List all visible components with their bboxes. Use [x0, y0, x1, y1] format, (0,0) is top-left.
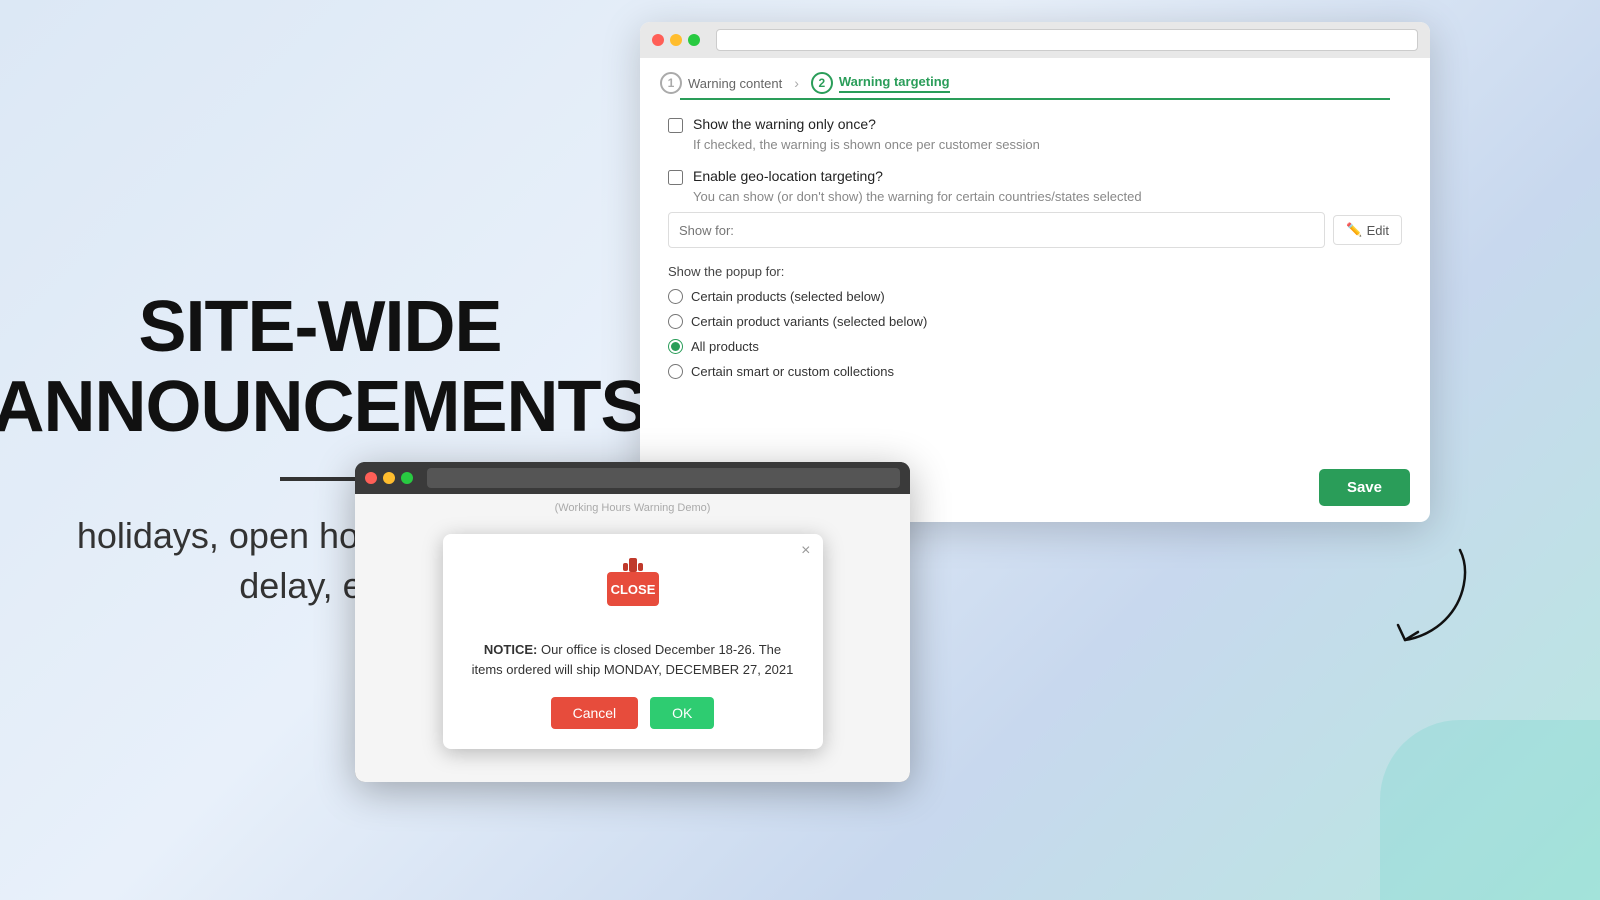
popup-cancel-button[interactable]: Cancel	[551, 697, 639, 729]
title-line2: ANNOUNCEMENTS	[0, 367, 648, 447]
radio-section: Show the popup for: Certain products (se…	[668, 264, 1402, 379]
step-separator: ›	[794, 75, 799, 91]
traffic-light-yellow[interactable]	[670, 34, 682, 46]
radio-label-collections: Certain smart or custom collections	[691, 364, 894, 379]
geo-row: Enable geo-location targeting? You can s…	[668, 168, 1402, 248]
popup-notice-bold: NOTICE:	[484, 642, 537, 657]
traffic-light-red[interactable]	[652, 34, 664, 46]
svg-text:CLOSE: CLOSE	[610, 582, 655, 597]
browser-main: 1 Warning content › 2 Warning targeting …	[640, 22, 1430, 522]
address-bar[interactable]	[716, 29, 1418, 51]
show-once-hint: If checked, the warning is shown once pe…	[693, 137, 1402, 152]
popup-modal: × CLOSE NOTICE: Our office is closed Dec…	[443, 534, 823, 749]
radio-group: Certain products (selected below) Certai…	[668, 289, 1402, 379]
step-1-label: Warning content	[688, 76, 782, 91]
radio-product-variants[interactable]	[668, 314, 683, 329]
close-sign-svg: CLOSE	[603, 558, 663, 623]
step-2[interactable]: 2 Warning targeting	[811, 72, 950, 94]
stepper: 1 Warning content › 2 Warning targeting	[640, 58, 1430, 94]
show-once-label: Show the warning only once?	[693, 116, 876, 132]
show-once-row: Show the warning only once? If checked, …	[668, 116, 1402, 152]
arrow-annotation	[1370, 530, 1500, 660]
edit-button[interactable]: ✏️ Edit	[1333, 215, 1402, 245]
browser-demo-titlebar	[355, 462, 910, 494]
edit-btn-label: Edit	[1367, 223, 1389, 238]
browser-demo: (Working Hours Warning Demo) × CLOSE NOT…	[355, 462, 910, 782]
step-2-label: Warning targeting	[839, 74, 950, 93]
demo-traffic-light-yellow[interactable]	[383, 472, 395, 484]
step-1[interactable]: 1 Warning content	[660, 72, 782, 94]
save-btn-container: Save	[1319, 469, 1410, 506]
demo-traffic-light-red[interactable]	[365, 472, 377, 484]
popup-buttons: Cancel OK	[471, 697, 795, 729]
demo-bg-text: (Working Hours Warning Demo)	[555, 502, 711, 514]
demo-traffic-light-green[interactable]	[401, 472, 413, 484]
geo-hint: You can show (or don't show) the warning…	[693, 189, 1402, 204]
radio-row-3: Certain smart or custom collections	[668, 364, 1402, 379]
radio-row-2: All products	[668, 339, 1402, 354]
form-content: Show the warning only once? If checked, …	[640, 100, 1430, 411]
demo-address-bar[interactable]	[427, 468, 900, 488]
popup-ok-button[interactable]: OK	[650, 697, 714, 729]
traffic-light-green[interactable]	[688, 34, 700, 46]
radio-label-product-variants: Certain product variants (selected below…	[691, 314, 927, 329]
radio-all-products[interactable]	[668, 339, 683, 354]
geo-checkbox[interactable]	[668, 170, 683, 185]
popup-icon: CLOSE	[471, 558, 795, 628]
browser-titlebar	[640, 22, 1430, 58]
radio-row-0: Certain products (selected below)	[668, 289, 1402, 304]
step-2-circle: 2	[811, 72, 833, 94]
radio-row-1: Certain product variants (selected below…	[668, 314, 1402, 329]
radio-label-certain-products: Certain products (selected below)	[691, 289, 885, 304]
decoration-blob	[1380, 720, 1600, 900]
edit-pencil-icon: ✏️	[1346, 222, 1362, 238]
geo-label: Enable geo-location targeting?	[693, 168, 883, 184]
step-1-circle: 1	[660, 72, 682, 94]
geo-input[interactable]	[668, 212, 1325, 248]
save-button[interactable]: Save	[1319, 469, 1410, 506]
demo-content: (Working Hours Warning Demo) × CLOSE NOT…	[355, 494, 910, 782]
radio-collections[interactable]	[668, 364, 683, 379]
popup-close-button[interactable]: ×	[801, 542, 810, 560]
title-line1: SITE-WIDE	[139, 287, 502, 367]
popup-notice: NOTICE: Our office is closed December 18…	[471, 640, 795, 679]
popup-section-label: Show the popup for:	[668, 264, 1402, 279]
radio-certain-products[interactable]	[668, 289, 683, 304]
show-once-checkbox[interactable]	[668, 118, 683, 133]
title-divider	[280, 477, 360, 481]
radio-label-all-products: All products	[691, 339, 759, 354]
main-title: SITE-WIDE ANNOUNCEMENTS	[0, 288, 648, 446]
